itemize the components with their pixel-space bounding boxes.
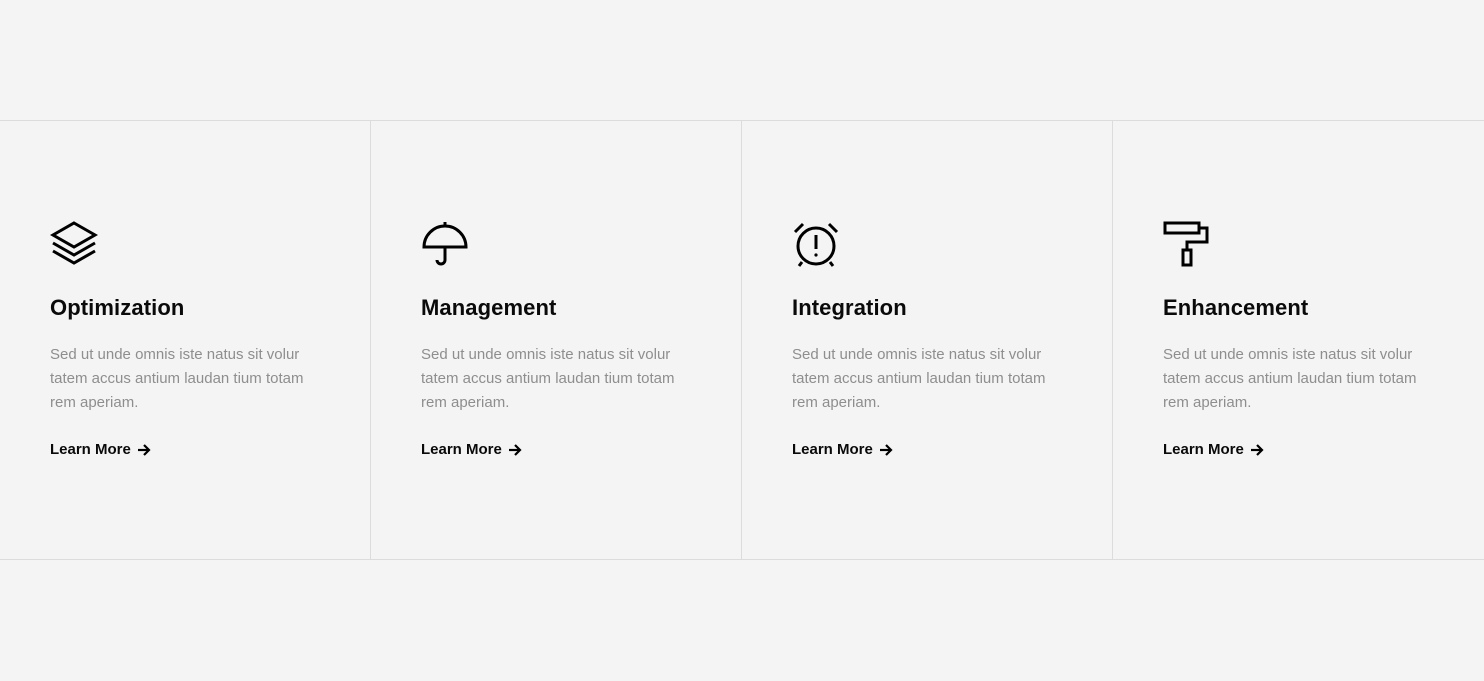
learn-more-label: Learn More [1163,441,1244,458]
feature-card-optimization: Optimization Sed ut unde omnis iste natu… [0,121,371,559]
learn-more-label: Learn More [50,441,131,458]
feature-description: Sed ut unde omnis iste natus sit volur t… [421,346,675,411]
feature-card-enhancement: Enhancement Sed ut unde omnis iste natus… [1113,121,1484,559]
feature-card-management: Management Sed ut unde omnis iste natus … [371,121,742,559]
feature-description: Sed ut unde omnis iste natus sit volur t… [1163,346,1417,411]
feature-title: Enhancement [1163,295,1309,320]
learn-more-link[interactable]: Learn More [1163,441,1264,458]
features-section: Optimization Sed ut unde omnis iste natu… [0,120,1484,560]
umbrella-icon [421,220,469,268]
arrow-right-icon [1250,443,1264,457]
learn-more-link[interactable]: Learn More [792,441,893,458]
feature-description: Sed ut unde omnis iste natus sit volur t… [792,346,1046,411]
layers-icon [50,220,98,268]
feature-card-integration: Integration Sed ut unde omnis iste natus… [742,121,1113,559]
learn-more-label: Learn More [792,441,873,458]
paint-roller-icon [1163,220,1211,268]
arrow-right-icon [137,443,151,457]
arrow-right-icon [879,443,893,457]
feature-title: Integration [792,295,907,320]
learn-more-link[interactable]: Learn More [50,441,151,458]
feature-title: Optimization [50,295,185,320]
feature-title: Management [421,295,557,320]
alarm-clock-alert-icon [792,220,840,268]
learn-more-link[interactable]: Learn More [421,441,522,458]
learn-more-label: Learn More [421,441,502,458]
feature-description: Sed ut unde omnis iste natus sit volur t… [50,346,304,411]
arrow-right-icon [508,443,522,457]
